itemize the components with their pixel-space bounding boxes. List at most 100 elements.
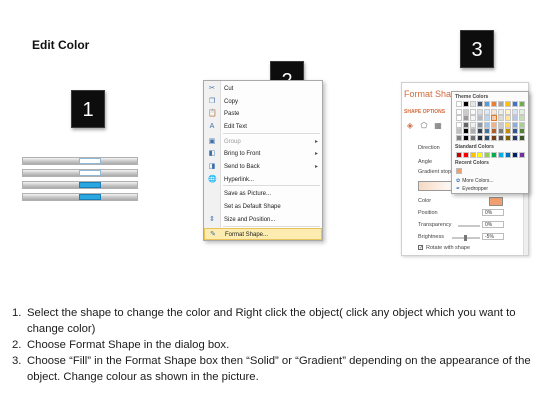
menu-item-format-shape[interactable]: ✎ Format Shape... [204, 228, 322, 240]
theme-color-swatch[interactable] [512, 108, 518, 115]
menu-item-copy[interactable]: ❐ Copy [204, 96, 322, 108]
menu-item-send-to-back[interactable]: ◨ Send to Back ▸ [204, 161, 322, 173]
theme-color-swatch[interactable] [498, 128, 504, 134]
theme-color-swatch[interactable] [470, 121, 476, 128]
theme-color-swatch[interactable] [456, 128, 462, 134]
theme-color-swatch[interactable] [477, 101, 483, 107]
bar-shape[interactable] [22, 181, 138, 189]
size-properties-icon[interactable]: ▦ [433, 121, 443, 131]
selected-bar-segment[interactable] [79, 182, 101, 188]
theme-color-swatch[interactable] [463, 128, 469, 134]
color-dropdown-button[interactable] [489, 197, 503, 206]
theme-color-swatch[interactable] [512, 128, 518, 134]
standard-color-swatch[interactable] [505, 152, 511, 158]
recent-color-swatch[interactable] [456, 168, 462, 174]
menu-item-cut[interactable]: ✂ Cut [204, 83, 322, 95]
theme-color-swatch[interactable] [484, 108, 490, 115]
theme-color-swatch[interactable] [519, 121, 525, 128]
theme-color-swatch[interactable] [491, 101, 497, 107]
standard-color-swatch[interactable] [484, 152, 490, 158]
menu-item-set-as-default-shape[interactable]: Set as Default Shape [204, 201, 322, 213]
menu-item-save-as-picture[interactable]: Save as Picture... [204, 188, 322, 200]
theme-color-swatch[interactable] [484, 121, 490, 128]
theme-color-swatch[interactable] [477, 121, 483, 128]
shape-options-tab[interactable]: SHAPE OPTIONS [404, 109, 445, 115]
menu-item-paste[interactable]: 📋 Paste [204, 108, 322, 120]
standard-color-swatch[interactable] [519, 152, 525, 158]
theme-color-swatch[interactable] [484, 134, 490, 141]
theme-color-swatch[interactable] [456, 134, 462, 141]
theme-color-swatch[interactable] [491, 128, 497, 134]
theme-color-swatch[interactable] [463, 121, 469, 128]
menu-item-bring-to-front[interactable]: ◧ Bring to Front ▸ [204, 148, 322, 160]
brightness-input[interactable]: -5% [482, 233, 504, 240]
menu-item-group[interactable]: ▣ Group ▸ [204, 136, 322, 148]
standard-color-swatch[interactable] [456, 152, 462, 158]
theme-color-swatch[interactable] [456, 108, 462, 115]
theme-color-swatch[interactable] [505, 121, 511, 128]
theme-color-swatch[interactable] [484, 128, 490, 134]
standard-color-swatch[interactable] [498, 152, 504, 158]
theme-color-swatch[interactable] [484, 115, 490, 121]
theme-color-swatch[interactable] [470, 134, 476, 141]
theme-color-swatch[interactable] [505, 108, 511, 115]
selected-bar-segment[interactable] [79, 194, 101, 200]
fill-line-icon[interactable]: ◈ [405, 121, 415, 131]
standard-color-swatch[interactable] [491, 152, 497, 158]
bar-shape[interactable] [22, 157, 138, 165]
bar-shape[interactable] [22, 169, 138, 177]
transparency-slider[interactable] [458, 225, 480, 227]
eyedropper-link[interactable]: ✒ Eyedropper [456, 186, 488, 192]
theme-color-swatch[interactable] [498, 108, 504, 115]
theme-color-swatch[interactable] [477, 115, 483, 121]
theme-color-swatch[interactable] [505, 115, 511, 121]
theme-color-swatch[interactable] [505, 128, 511, 134]
theme-color-swatch[interactable] [463, 134, 469, 141]
transparency-input[interactable]: 0% [482, 221, 504, 228]
standard-color-swatch[interactable] [463, 152, 469, 158]
theme-color-swatch[interactable] [456, 115, 462, 121]
theme-color-swatch[interactable] [519, 134, 525, 141]
bar-segment[interactable] [79, 158, 101, 164]
theme-color-swatch[interactable] [519, 128, 525, 134]
brightness-slider-knob[interactable] [464, 235, 467, 241]
theme-color-swatch[interactable] [477, 134, 483, 141]
more-colors-link[interactable]: ✿ More Colors... [456, 178, 494, 184]
effects-icon[interactable]: ⬠ [419, 121, 429, 131]
theme-color-swatch[interactable] [498, 121, 504, 128]
theme-color-swatch[interactable] [498, 115, 504, 121]
theme-color-swatch[interactable] [519, 115, 525, 121]
theme-color-swatch[interactable] [491, 121, 497, 128]
theme-color-swatch[interactable] [491, 115, 497, 121]
position-input[interactable]: 0% [482, 209, 504, 216]
standard-color-swatch[interactable] [477, 152, 483, 158]
theme-color-swatch[interactable] [512, 134, 518, 141]
theme-color-swatch[interactable] [463, 101, 469, 107]
theme-color-swatch[interactable] [498, 101, 504, 107]
menu-item-size-and-position[interactable]: ⇕ Size and Position... [204, 214, 322, 226]
theme-color-swatch[interactable] [512, 115, 518, 121]
theme-color-swatch[interactable] [498, 134, 504, 141]
theme-color-swatch[interactable] [512, 101, 518, 107]
theme-color-swatch[interactable] [477, 128, 483, 134]
theme-color-swatch[interactable] [470, 128, 476, 134]
standard-color-swatch[interactable] [512, 152, 518, 158]
theme-color-swatch[interactable] [463, 115, 469, 121]
bar-segment[interactable] [79, 170, 101, 176]
theme-color-swatch[interactable] [512, 121, 518, 128]
theme-color-swatch[interactable] [456, 101, 462, 107]
theme-color-swatch[interactable] [484, 101, 490, 107]
theme-color-swatch[interactable] [470, 115, 476, 121]
theme-color-swatch[interactable] [477, 108, 483, 115]
theme-color-swatch[interactable] [491, 134, 497, 141]
bar-shape[interactable] [22, 193, 138, 201]
theme-color-swatch[interactable] [491, 108, 497, 115]
theme-color-swatch[interactable] [470, 101, 476, 107]
menu-item-edit-text[interactable]: A Edit Text [204, 121, 322, 133]
theme-color-swatch[interactable] [519, 101, 525, 107]
rotate-with-shape-checkbox[interactable]: ✓ [418, 245, 423, 251]
theme-color-swatch[interactable] [519, 108, 525, 115]
theme-color-swatch[interactable] [463, 108, 469, 115]
theme-color-swatch[interactable] [456, 121, 462, 128]
theme-color-swatch[interactable] [505, 134, 511, 141]
